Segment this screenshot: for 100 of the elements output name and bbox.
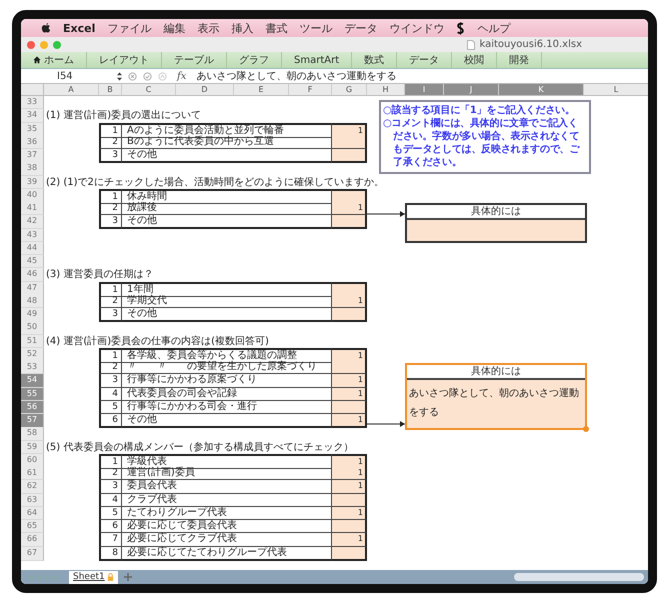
row-header[interactable]: 57 — [21, 414, 44, 428]
answer-cell[interactable] — [332, 136, 367, 149]
ribbon-tab[interactable]: データ — [397, 52, 452, 68]
row-header[interactable]: 34 — [21, 109, 44, 122]
row-header[interactable]: 37 — [21, 149, 44, 163]
menu-item[interactable]: データ — [344, 20, 378, 36]
answer-cell[interactable] — [332, 308, 367, 322]
row-header[interactable]: 43 — [21, 228, 44, 242]
column-header[interactable]: I — [405, 84, 444, 95]
row-header[interactable]: 39 — [21, 176, 44, 189]
answer-cell[interactable] — [332, 188, 367, 204]
row-header[interactable]: 56 — [21, 400, 44, 414]
ribbon-tab[interactable]: レイアウト — [87, 52, 162, 68]
row-header[interactable]: 41 — [21, 202, 44, 216]
answer-cell[interactable]: 1 — [332, 480, 367, 494]
check-icon[interactable] — [143, 72, 152, 80]
answer-cell[interactable] — [332, 520, 367, 534]
option-label: その他 — [122, 215, 332, 230]
column-header[interactable]: F — [289, 84, 332, 95]
row-header[interactable]: 51 — [21, 334, 44, 348]
row-header[interactable]: 36 — [21, 136, 44, 149]
resize-handle[interactable] — [583, 426, 589, 432]
menu-item[interactable]: 書式 — [265, 20, 288, 36]
column-header[interactable]: G — [332, 84, 367, 95]
ribbon-tab[interactable]: テーブル — [162, 52, 227, 68]
answer-cell[interactable]: 1 — [332, 348, 367, 363]
answer-cell[interactable]: 1 — [332, 374, 367, 388]
home-icon — [33, 56, 41, 64]
menu-item[interactable]: ファイル — [107, 20, 152, 36]
column-header[interactable]: K — [499, 84, 584, 95]
ribbon-tab[interactable]: 開発 — [497, 52, 542, 68]
row-header[interactable]: 62 — [21, 480, 44, 494]
row-header[interactable]: 53 — [21, 361, 44, 374]
row-header[interactable]: 67 — [21, 546, 44, 560]
answer-cell[interactable] — [332, 361, 367, 374]
menu-item[interactable]: 表示 — [197, 20, 220, 36]
menu-item[interactable]: 編集 — [163, 20, 186, 36]
column-header[interactable]: L — [584, 84, 648, 95]
row-header[interactable]: 45 — [21, 255, 44, 268]
menu-item[interactable]: Excel — [63, 22, 96, 34]
answer-cell[interactable] — [332, 215, 367, 230]
menu-item[interactable]: ヘルプ — [477, 20, 510, 36]
answer-cell[interactable] — [332, 282, 367, 296]
row-header[interactable]: 46 — [21, 268, 44, 282]
row-header[interactable]: 58 — [21, 427, 44, 440]
name-box[interactable]: I54 — [21, 70, 111, 82]
ribbon-tab[interactable]: SmartArt — [282, 52, 352, 68]
row-header[interactable]: 66 — [21, 533, 44, 546]
comment-box[interactable]: 具体的には あいさつ隊として、朝のあいさつ運動をする — [405, 363, 587, 430]
stepper-icon[interactable] — [117, 72, 122, 80]
connector-arrow — [367, 421, 405, 427]
row-header[interactable]: 55 — [21, 388, 44, 401]
menu-item[interactable]: 挿入 — [231, 20, 254, 36]
answer-cell[interactable]: 1 — [332, 202, 367, 216]
apple-icon[interactable] — [41, 22, 51, 34]
column-header[interactable]: D — [176, 84, 234, 95]
menu-item[interactable]: ウインドウ — [389, 20, 444, 36]
answer-cell[interactable]: 1 — [332, 533, 367, 546]
answer-cell[interactable]: 1 — [332, 388, 367, 401]
column-header[interactable]: C — [122, 84, 176, 95]
option-number: 4 — [99, 388, 122, 401]
formula-field[interactable]: あいさつ隊として、朝のあいさつ運動をする — [196, 69, 396, 83]
column-header[interactable]: A — [44, 84, 99, 95]
answer-cell[interactable]: 1 — [332, 506, 367, 520]
row-header[interactable]: 54 — [21, 374, 44, 388]
answer-cell[interactable]: 1 — [332, 414, 367, 428]
close-button[interactable] — [27, 40, 35, 48]
row-header[interactable]: 61 — [21, 467, 44, 480]
ribbon-tab[interactable]: ホーム — [21, 52, 87, 68]
row-header[interactable]: 59 — [21, 440, 44, 454]
row-header[interactable]: 38 — [21, 162, 44, 176]
row-header[interactable]: 64 — [21, 506, 44, 520]
answer-cell[interactable]: 1 — [332, 467, 367, 480]
column-header[interactable]: J — [444, 84, 499, 95]
row-header[interactable]: 50 — [21, 321, 44, 334]
ribbon-tab[interactable]: 校閲 — [452, 52, 498, 68]
answer-cell[interactable]: 1 — [332, 454, 367, 469]
answer-cell[interactable]: 1 — [332, 294, 367, 308]
row-header[interactable]: 65 — [21, 520, 44, 534]
answer-cell[interactable] — [332, 546, 367, 560]
row-header[interactable]: 48 — [21, 294, 44, 308]
menu-item[interactable]: ツール — [299, 20, 332, 36]
answer-cell[interactable] — [332, 400, 367, 414]
row-header[interactable]: 63 — [21, 494, 44, 507]
answer-cell[interactable] — [332, 149, 367, 163]
ribbon-tab[interactable]: 数式 — [352, 52, 398, 68]
ribbon-tab[interactable]: グラフ — [227, 52, 282, 68]
row-header[interactable]: 42 — [21, 215, 44, 230]
insert-function-button[interactable]: fx — [177, 70, 186, 82]
column-header[interactable]: E — [234, 84, 289, 95]
comment-box[interactable]: 具体的には — [405, 203, 587, 243]
answer-cell[interactable]: 1 — [332, 122, 367, 138]
answer-cell[interactable] — [332, 494, 367, 507]
row-header[interactable]: 44 — [21, 242, 44, 255]
row-header[interactable]: 49 — [21, 308, 44, 322]
row-header[interactable]: 33 — [21, 96, 44, 110]
sheet-tab[interactable]: Sheet1 — [69, 570, 118, 584]
horizontal-scrollbar[interactable] — [514, 573, 644, 581]
column-header[interactable]: B — [99, 84, 122, 95]
option-label: 放課後 — [122, 202, 332, 216]
